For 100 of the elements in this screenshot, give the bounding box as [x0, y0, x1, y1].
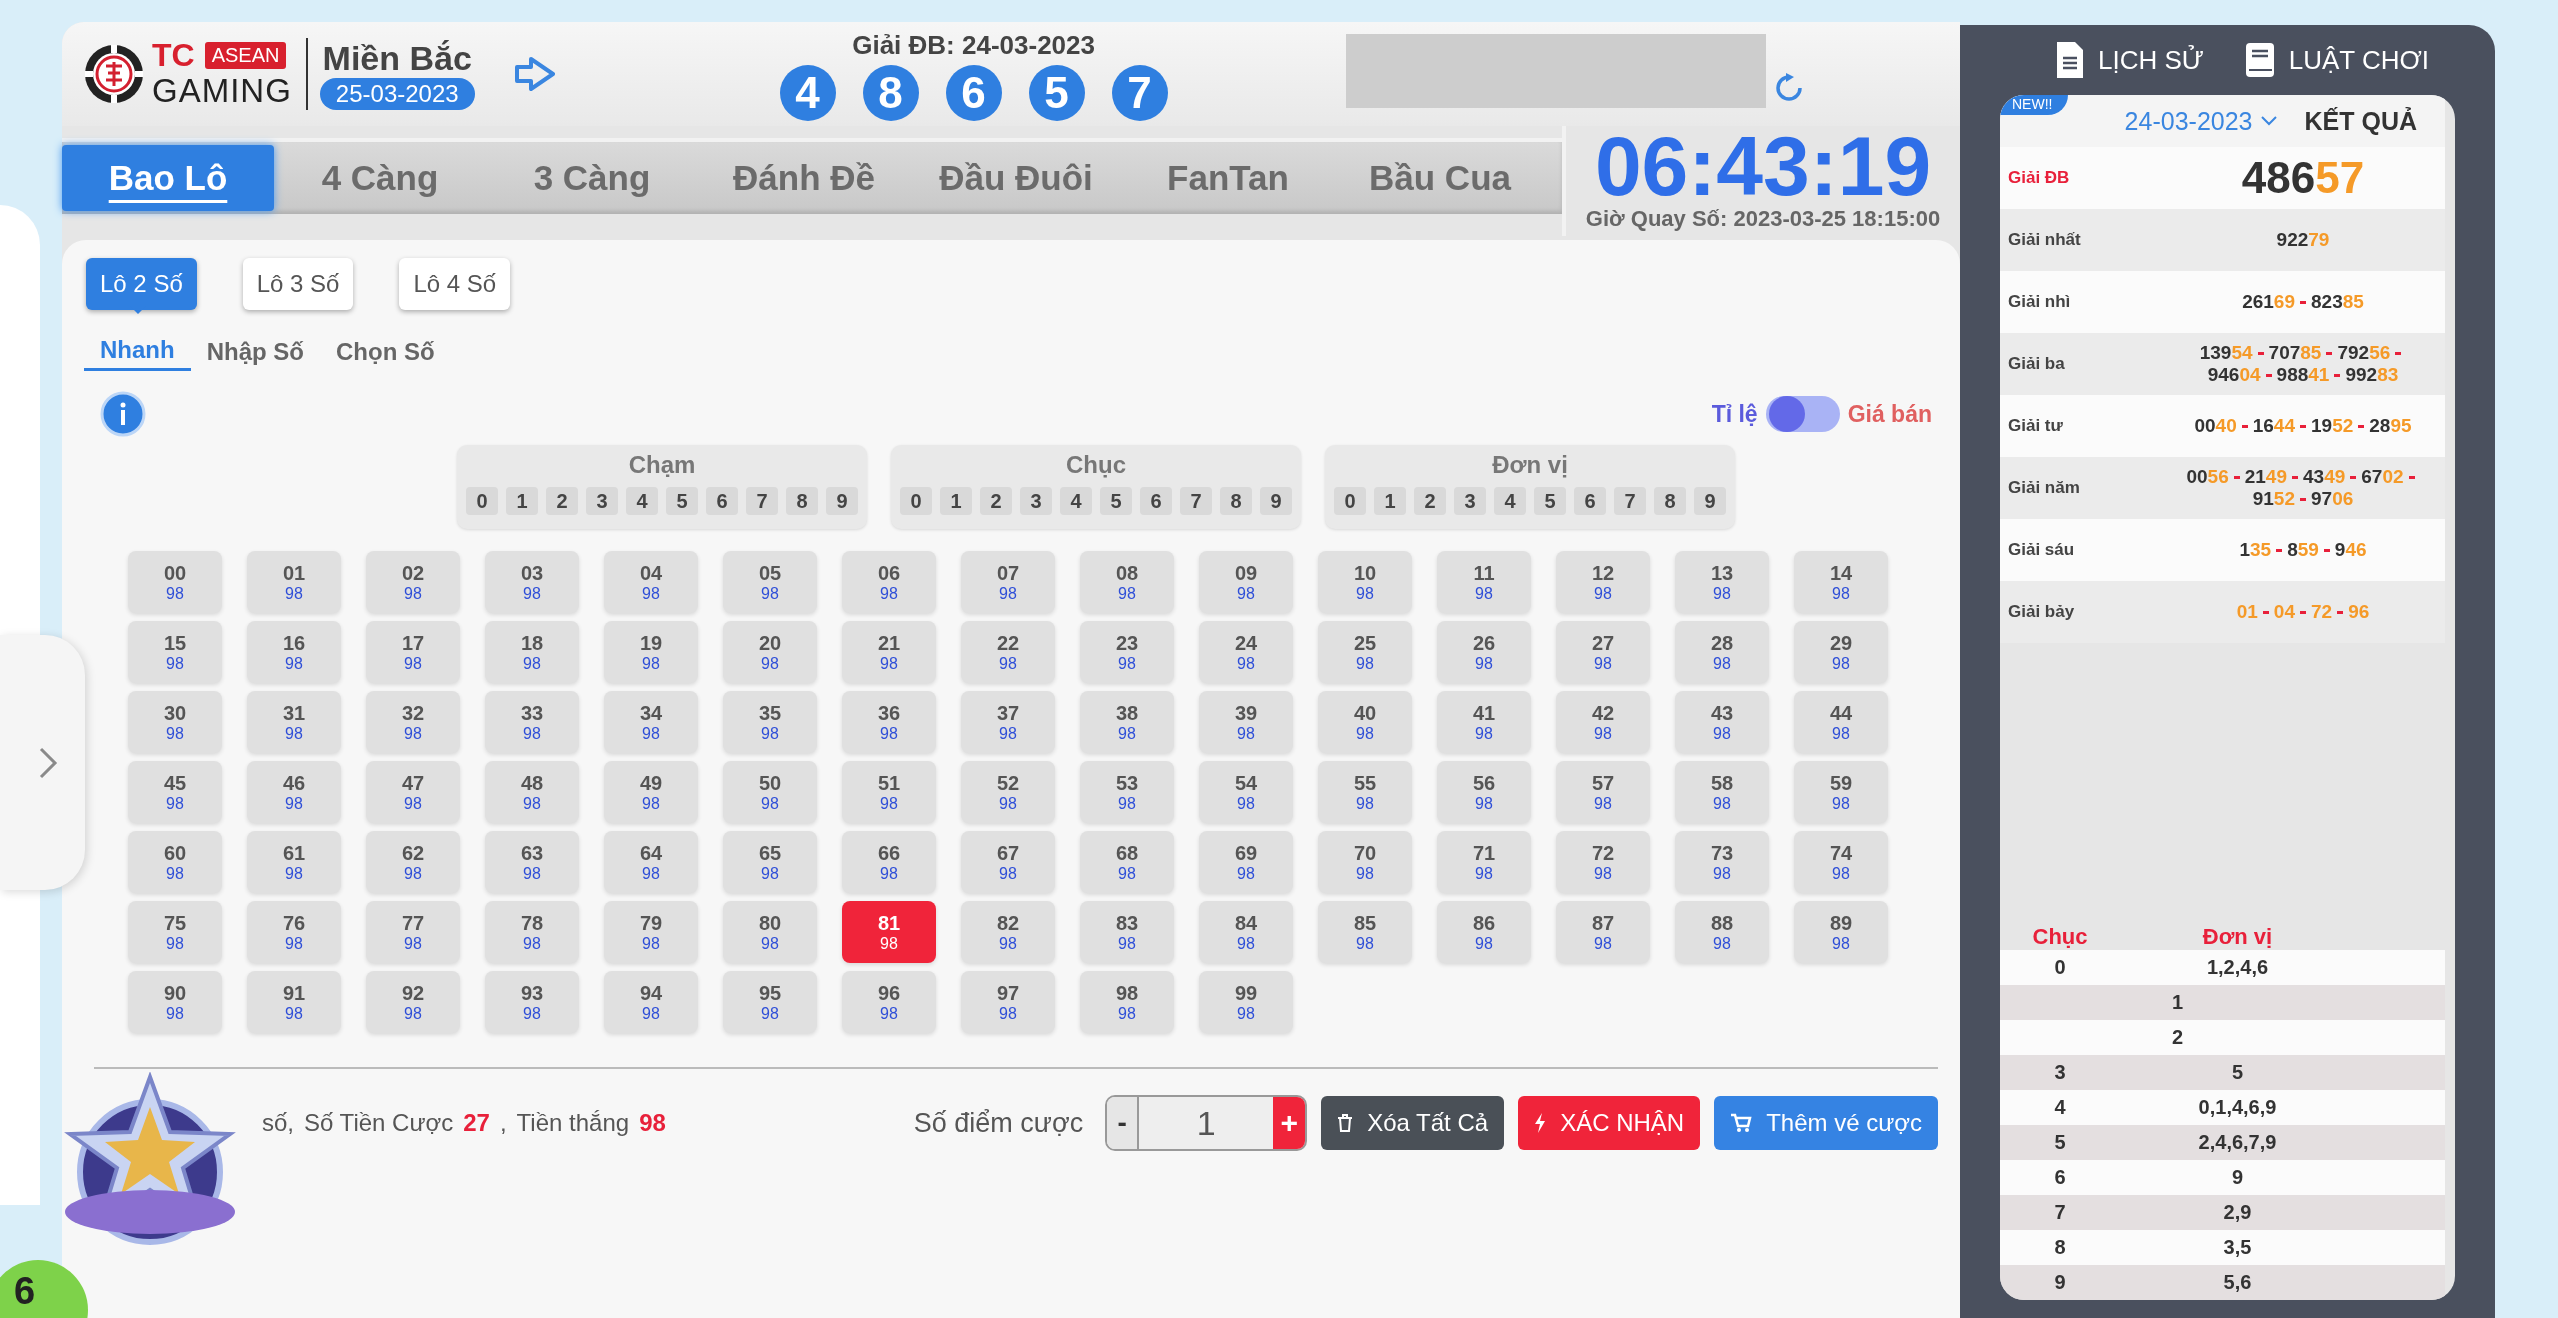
number-button[interactable]: 37 98	[961, 691, 1055, 753]
number-button[interactable]: 13 98	[1675, 551, 1769, 613]
number-button[interactable]: 82 98	[961, 901, 1055, 963]
number-button[interactable]: 38 98	[1080, 691, 1174, 753]
number-button[interactable]: 28 98	[1675, 621, 1769, 683]
number-button[interactable]: 62 98	[366, 831, 460, 893]
price-toggle[interactable]	[1765, 396, 1840, 432]
number-button[interactable]: 96 98	[842, 971, 936, 1033]
number-button[interactable]: 84 98	[1199, 901, 1293, 963]
number-button[interactable]: 78 98	[485, 901, 579, 963]
number-button[interactable]: 80 98	[723, 901, 817, 963]
number-button[interactable]: 95 98	[723, 971, 817, 1033]
number-button[interactable]: 68 98	[1080, 831, 1174, 893]
number-button[interactable]: 42 98	[1556, 691, 1650, 753]
header-link[interactable]: LỊCH SỬ	[2050, 40, 2210, 80]
number-button[interactable]: 79 98	[604, 901, 698, 963]
mode-tab[interactable]: Nhập Số	[190, 332, 320, 371]
number-button[interactable]: 50 98	[723, 761, 817, 823]
number-button[interactable]: 06 98	[842, 551, 936, 613]
digit-button[interactable]: 1	[506, 487, 538, 515]
number-button[interactable]: 69 98	[1199, 831, 1293, 893]
digit-button[interactable]: 4	[1494, 487, 1526, 515]
action-button[interactable]: XÁC NHẬN	[1518, 1096, 1701, 1150]
number-button[interactable]: 57 98	[1556, 761, 1650, 823]
digit-button[interactable]: 8	[1220, 487, 1252, 515]
bet-type-tab[interactable]: Lô 3 Số	[242, 258, 354, 310]
digit-button[interactable]: 6	[706, 487, 738, 515]
digit-button[interactable]: 9	[826, 487, 858, 515]
number-button[interactable]: 39 98	[1199, 691, 1293, 753]
side-panel-handle[interactable]	[0, 635, 85, 890]
number-button[interactable]: 00 98	[128, 551, 222, 613]
number-button[interactable]: 73 98	[1675, 831, 1769, 893]
number-button[interactable]: 52 98	[961, 761, 1055, 823]
number-button[interactable]: 48 98	[485, 761, 579, 823]
number-button[interactable]: 60 98	[128, 831, 222, 893]
action-button[interactable]: Thêm vé cược	[1714, 1096, 1938, 1150]
number-button[interactable]: 76 98	[247, 901, 341, 963]
number-button[interactable]: 02 98	[366, 551, 460, 613]
game-tab[interactable]: 3 Càng	[486, 145, 698, 211]
number-button[interactable]: 56 98	[1437, 761, 1531, 823]
digit-button[interactable]: 7	[1614, 487, 1646, 515]
number-button[interactable]: 99 98	[1199, 971, 1293, 1033]
digit-button[interactable]: 0	[466, 487, 498, 515]
number-button[interactable]: 91 98	[247, 971, 341, 1033]
number-button[interactable]: 20 98	[723, 621, 817, 683]
digit-button[interactable]: 8	[1654, 487, 1686, 515]
info-icon[interactable]	[100, 391, 146, 437]
number-button[interactable]: 29 98	[1794, 621, 1888, 683]
digit-button[interactable]: 5	[666, 487, 698, 515]
number-button[interactable]: 36 98	[842, 691, 936, 753]
number-button[interactable]: 89 98	[1794, 901, 1888, 963]
number-button[interactable]: 66 98	[842, 831, 936, 893]
number-button[interactable]: 81 98	[842, 901, 936, 963]
number-button[interactable]: 88 98	[1675, 901, 1769, 963]
number-button[interactable]: 24 98	[1199, 621, 1293, 683]
number-button[interactable]: 33 98	[485, 691, 579, 753]
number-button[interactable]: 85 98	[1318, 901, 1412, 963]
number-button[interactable]: 27 98	[1556, 621, 1650, 683]
number-button[interactable]: 01 98	[247, 551, 341, 613]
number-button[interactable]: 61 98	[247, 831, 341, 893]
number-button[interactable]: 21 98	[842, 621, 936, 683]
number-button[interactable]: 63 98	[485, 831, 579, 893]
number-button[interactable]: 17 98	[366, 621, 460, 683]
number-button[interactable]: 83 98	[1080, 901, 1174, 963]
number-button[interactable]: 49 98	[604, 761, 698, 823]
action-button[interactable]: Xóa Tất Cả	[1321, 1096, 1505, 1150]
game-tab[interactable]: Bầu Cua	[1334, 145, 1546, 211]
number-button[interactable]: 47 98	[366, 761, 460, 823]
number-button[interactable]: 97 98	[961, 971, 1055, 1033]
number-button[interactable]: 75 98	[128, 901, 222, 963]
digit-button[interactable]: 3	[1020, 487, 1052, 515]
digit-button[interactable]: 3	[586, 487, 618, 515]
digit-button[interactable]: 0	[900, 487, 932, 515]
number-button[interactable]: 08 98	[1080, 551, 1174, 613]
number-button[interactable]: 22 98	[961, 621, 1055, 683]
number-button[interactable]: 51 98	[842, 761, 936, 823]
number-button[interactable]: 10 98	[1318, 551, 1412, 613]
number-button[interactable]: 05 98	[723, 551, 817, 613]
digit-button[interactable]: 3	[1454, 487, 1486, 515]
game-tab[interactable]: 4 Càng	[274, 145, 486, 211]
number-button[interactable]: 64 98	[604, 831, 698, 893]
mode-tab[interactable]: Nhanh	[84, 332, 191, 371]
number-button[interactable]: 03 98	[485, 551, 579, 613]
header-link[interactable]: LUẬT CHƠI	[2238, 41, 2435, 79]
number-button[interactable]: 43 98	[1675, 691, 1769, 753]
number-button[interactable]: 86 98	[1437, 901, 1531, 963]
game-tab[interactable]: Đánh Đề	[698, 145, 910, 211]
number-button[interactable]: 92 98	[366, 971, 460, 1033]
number-button[interactable]: 25 98	[1318, 621, 1412, 683]
number-button[interactable]: 87 98	[1556, 901, 1650, 963]
number-button[interactable]: 41 98	[1437, 691, 1531, 753]
digit-button[interactable]: 5	[1534, 487, 1566, 515]
number-button[interactable]: 53 98	[1080, 761, 1174, 823]
number-button[interactable]: 71 98	[1437, 831, 1531, 893]
number-button[interactable]: 55 98	[1318, 761, 1412, 823]
mode-tab[interactable]: Chọn Số	[320, 332, 451, 371]
refresh-icon[interactable]	[1773, 73, 1804, 103]
digit-button[interactable]: 2	[546, 487, 578, 515]
exit-icon[interactable]	[514, 57, 555, 91]
number-button[interactable]: 77 98	[366, 901, 460, 963]
